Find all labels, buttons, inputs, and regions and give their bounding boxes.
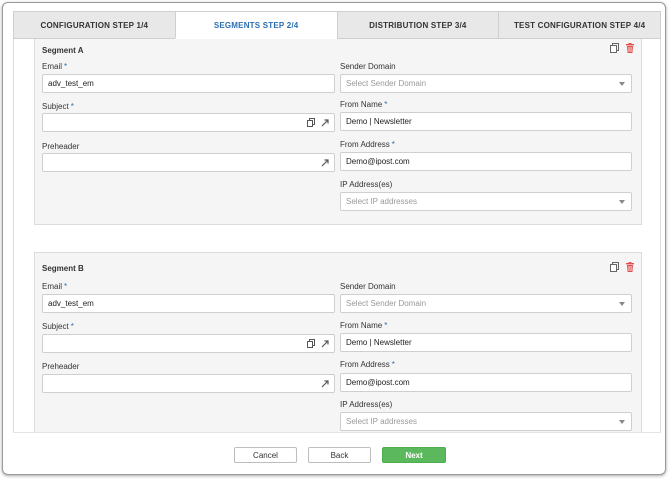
email-label: Email *	[42, 62, 68, 71]
expand-arrow-icon[interactable]	[320, 379, 330, 389]
sender-domain-select[interactable]: Select Sender Domain	[340, 74, 632, 93]
ip-addresses-label: IP Address(es)	[340, 180, 393, 189]
ip-addresses-select[interactable]: Select IP addresses	[340, 192, 632, 211]
expand-arrow-icon[interactable]	[320, 339, 330, 349]
tab-configuration[interactable]: CONFIGURATION STEP 1/4	[13, 11, 175, 39]
segment-actions	[609, 43, 635, 53]
subject-field[interactable]	[42, 334, 335, 353]
from-name-label: From Name *	[340, 321, 388, 330]
preheader-field[interactable]	[42, 374, 335, 393]
copy-icon[interactable]	[609, 262, 619, 272]
ip-addresses-select[interactable]: Select IP addresses	[340, 412, 632, 431]
tab-distribution[interactable]: DISTRIBUTION STEP 3/4	[336, 11, 499, 39]
subject-label: Subject *	[42, 102, 74, 111]
step-tabs: CONFIGURATION STEP 1/4 SEGMENTS STEP 2/4…	[13, 11, 661, 39]
segment-title: Segment A	[42, 46, 84, 55]
chevron-down-icon	[619, 301, 625, 306]
tab-test-configuration[interactable]: TEST CONFIGURATION STEP 4/4	[498, 11, 661, 39]
cancel-button[interactable]: Cancel	[234, 447, 297, 463]
preheader-label: Preheader	[42, 362, 80, 371]
subject-label: Subject *	[42, 322, 74, 331]
tab-segments[interactable]: SEGMENTS STEP 2/4	[174, 11, 337, 39]
expand-arrow-icon[interactable]	[320, 158, 330, 168]
copy-icon[interactable]	[306, 118, 316, 128]
sender-domain-select[interactable]: Select Sender Domain	[340, 294, 632, 313]
chevron-down-icon	[619, 199, 625, 204]
trash-icon[interactable]	[625, 43, 635, 53]
copy-icon[interactable]	[609, 43, 619, 53]
subject-field[interactable]	[42, 113, 335, 132]
segment-actions	[609, 262, 635, 272]
email-label: Email *	[42, 282, 68, 291]
trash-icon[interactable]	[625, 262, 635, 272]
sender-domain-label: Sender Domain	[340, 282, 396, 291]
expand-arrow-icon[interactable]	[320, 118, 330, 128]
segment-card: Segment A Email* adv_test_em Subject*	[34, 39, 642, 225]
email-field[interactable]: adv_test_em	[42, 294, 335, 313]
segment-title: Segment B	[42, 264, 84, 273]
segments-content[interactable]: Segment A Email* adv_test_em Subject*	[13, 39, 661, 432]
from-name-field[interactable]: Demo | Newsletter	[340, 333, 632, 352]
from-name-label: From Name *	[340, 100, 388, 109]
wizard-footer: Cancel Back Next	[13, 432, 661, 474]
chevron-down-icon	[619, 81, 625, 86]
back-button[interactable]: Back	[308, 447, 371, 463]
from-address-label: From Address *	[340, 140, 395, 149]
copy-icon[interactable]	[306, 339, 316, 349]
from-name-field[interactable]: Demo | Newsletter	[340, 112, 632, 131]
app-window: CONFIGURATION STEP 1/4 SEGMENTS STEP 2/4…	[2, 2, 666, 475]
preheader-field[interactable]	[42, 153, 335, 172]
sender-domain-label: Sender Domain	[340, 62, 396, 71]
chevron-down-icon	[619, 419, 625, 424]
preheader-label: Preheader	[42, 142, 80, 151]
from-address-label: From Address *	[340, 360, 395, 369]
ip-addresses-label: IP Address(es)	[340, 400, 393, 409]
from-address-field[interactable]: Demo@ipost.com	[340, 152, 632, 171]
email-field[interactable]: adv_test_em	[42, 74, 335, 93]
from-address-field[interactable]: Demo@ipost.com	[340, 373, 632, 392]
segment-card: Segment B Email* adv_test_em Subject*	[34, 252, 642, 432]
next-button[interactable]: Next	[382, 447, 446, 463]
